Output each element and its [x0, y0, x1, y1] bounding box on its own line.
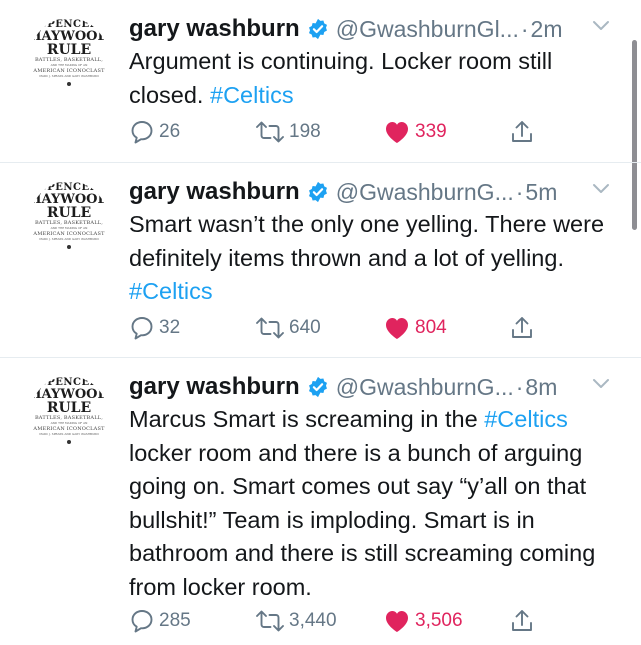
reply-count: 32	[159, 317, 181, 338]
hashtag-link[interactable]: #Celtics	[129, 278, 213, 304]
tweet-header: gary washburn @GwashburnGl... · 2m	[129, 13, 611, 45]
reply-icon	[131, 610, 153, 633]
action-bar: 26 198 339	[129, 119, 641, 147]
reply-button[interactable]: 32	[129, 315, 180, 341]
like-button[interactable]: 339	[383, 119, 447, 145]
avatar[interactable]: SPENCER HAYWOOD RULE BATTLES, BASKETBALL…	[30, 376, 108, 454]
verified-icon	[307, 376, 329, 398]
hashtag-link[interactable]: #Celtics	[210, 82, 294, 108]
tweet-text-body: locker room and there is a bunch of argu…	[129, 406, 602, 600]
reply-icon	[131, 121, 153, 144]
avatar-text: RULE	[46, 42, 92, 58]
timestamp[interactable]: 2m	[531, 16, 563, 43]
share-button[interactable]	[510, 119, 534, 145]
tweet-header: gary washburn @GwashburnG... · 8m	[129, 371, 611, 403]
share-button[interactable]	[510, 608, 534, 634]
separator-dot: ·	[520, 15, 529, 42]
tweet-content: gary washburn @GwashburnG... · 8m Marcus…	[129, 371, 611, 604]
avatar-dot	[67, 82, 71, 86]
retweet-button[interactable]: 3,440	[255, 608, 337, 634]
retweet-icon	[256, 121, 284, 143]
reply-icon	[131, 317, 153, 340]
reply-count: 285	[159, 610, 191, 631]
share-icon	[512, 610, 532, 631]
reply-count: 26	[159, 121, 181, 142]
like-count: 339	[415, 121, 447, 142]
like-count: 3,506	[415, 610, 463, 631]
share-icon	[512, 317, 532, 338]
heart-icon	[386, 122, 408, 143]
like-button[interactable]: 3,506	[383, 608, 463, 634]
chevron-down-icon[interactable]	[591, 19, 611, 33]
retweet-count: 640	[289, 317, 321, 338]
avatar-text: MARC J. SPEARS AND GARY WASHBURN	[39, 237, 99, 241]
action-bar: 32 640 804	[129, 315, 641, 343]
retweet-icon	[256, 317, 284, 339]
share-button[interactable]	[510, 315, 534, 341]
tweet-1[interactable]: SPENCER HAYWOOD RULE BATTLES, BASKETBALL…	[0, 0, 641, 163]
avatar-text: MARC J. SPEARS AND GARY WASHBURN	[39, 432, 99, 436]
handle[interactable]: @GwashburnG...	[336, 179, 514, 206]
verified-icon	[307, 18, 329, 40]
avatar[interactable]: SPENCER HAYWOOD RULE BATTLES, BASKETBALL…	[30, 18, 108, 96]
separator-dot: ·	[515, 373, 524, 400]
display-name[interactable]: gary washburn	[129, 15, 300, 43]
avatar[interactable]: SPENCER HAYWOOD RULE BATTLES, BASKETBALL…	[30, 181, 108, 259]
share-icon	[512, 121, 532, 142]
timestamp[interactable]: 5m	[525, 179, 557, 206]
tweet-text: Smart wasn’t the only one yelling. There…	[129, 208, 611, 309]
avatar-text: RULE	[46, 400, 92, 416]
hashtag-link[interactable]: #Celtics	[484, 406, 568, 432]
avatar-dot	[67, 245, 71, 249]
chevron-down-icon[interactable]	[591, 182, 611, 196]
separator-dot: ·	[515, 178, 524, 205]
action-bar: 285 3,440 3,506	[129, 608, 641, 636]
avatar-text: RULE	[46, 205, 92, 221]
tweet-text: Marcus Smart is screaming in the #Celtic…	[129, 403, 611, 604]
tweet-text-body: Smart wasn’t the only one yelling. There…	[129, 211, 611, 271]
retweet-count: 3,440	[289, 610, 337, 631]
retweet-button[interactable]: 198	[255, 119, 321, 145]
timestamp[interactable]: 8m	[525, 374, 557, 401]
reply-button[interactable]: 26	[129, 119, 180, 145]
tweet-text-body: Marcus Smart is screaming in the	[129, 406, 485, 432]
tweet-content: gary washburn @GwashburnG... · 5m Smart …	[129, 176, 611, 309]
retweet-count: 198	[289, 121, 321, 142]
tweet-2[interactable]: SPENCER HAYWOOD RULE BATTLES, BASKETBALL…	[0, 163, 641, 358]
handle[interactable]: @GwashburnG...	[336, 374, 514, 401]
retweet-icon	[256, 610, 284, 632]
tweet-content: gary washburn @GwashburnGl... · 2m Argum…	[129, 13, 611, 112]
avatar-text: MARC J. SPEARS AND GARY WASHBURN	[39, 74, 99, 78]
retweet-button[interactable]: 640	[255, 315, 321, 341]
reply-button[interactable]: 285	[129, 608, 191, 634]
verified-icon	[307, 181, 329, 203]
tweet-text: Argument is continuing. Locker room stil…	[129, 45, 611, 112]
display-name[interactable]: gary washburn	[129, 373, 300, 401]
heart-icon	[386, 318, 408, 339]
heart-icon	[386, 611, 408, 632]
tweet-header: gary washburn @GwashburnG... · 5m	[129, 176, 611, 208]
like-count: 804	[415, 317, 447, 338]
chevron-down-icon[interactable]	[591, 377, 611, 391]
like-button[interactable]: 804	[383, 315, 447, 341]
tweet-text-body: Argument is continuing. Locker room stil…	[129, 48, 559, 108]
tweet-feed: SPENCER HAYWOOD RULE BATTLES, BASKETBALL…	[0, 0, 641, 645]
display-name[interactable]: gary washburn	[129, 178, 300, 206]
tweet-3[interactable]: SPENCER HAYWOOD RULE BATTLES, BASKETBALL…	[0, 358, 641, 645]
avatar-dot	[67, 440, 71, 444]
handle[interactable]: @GwashburnGl...	[336, 16, 519, 43]
